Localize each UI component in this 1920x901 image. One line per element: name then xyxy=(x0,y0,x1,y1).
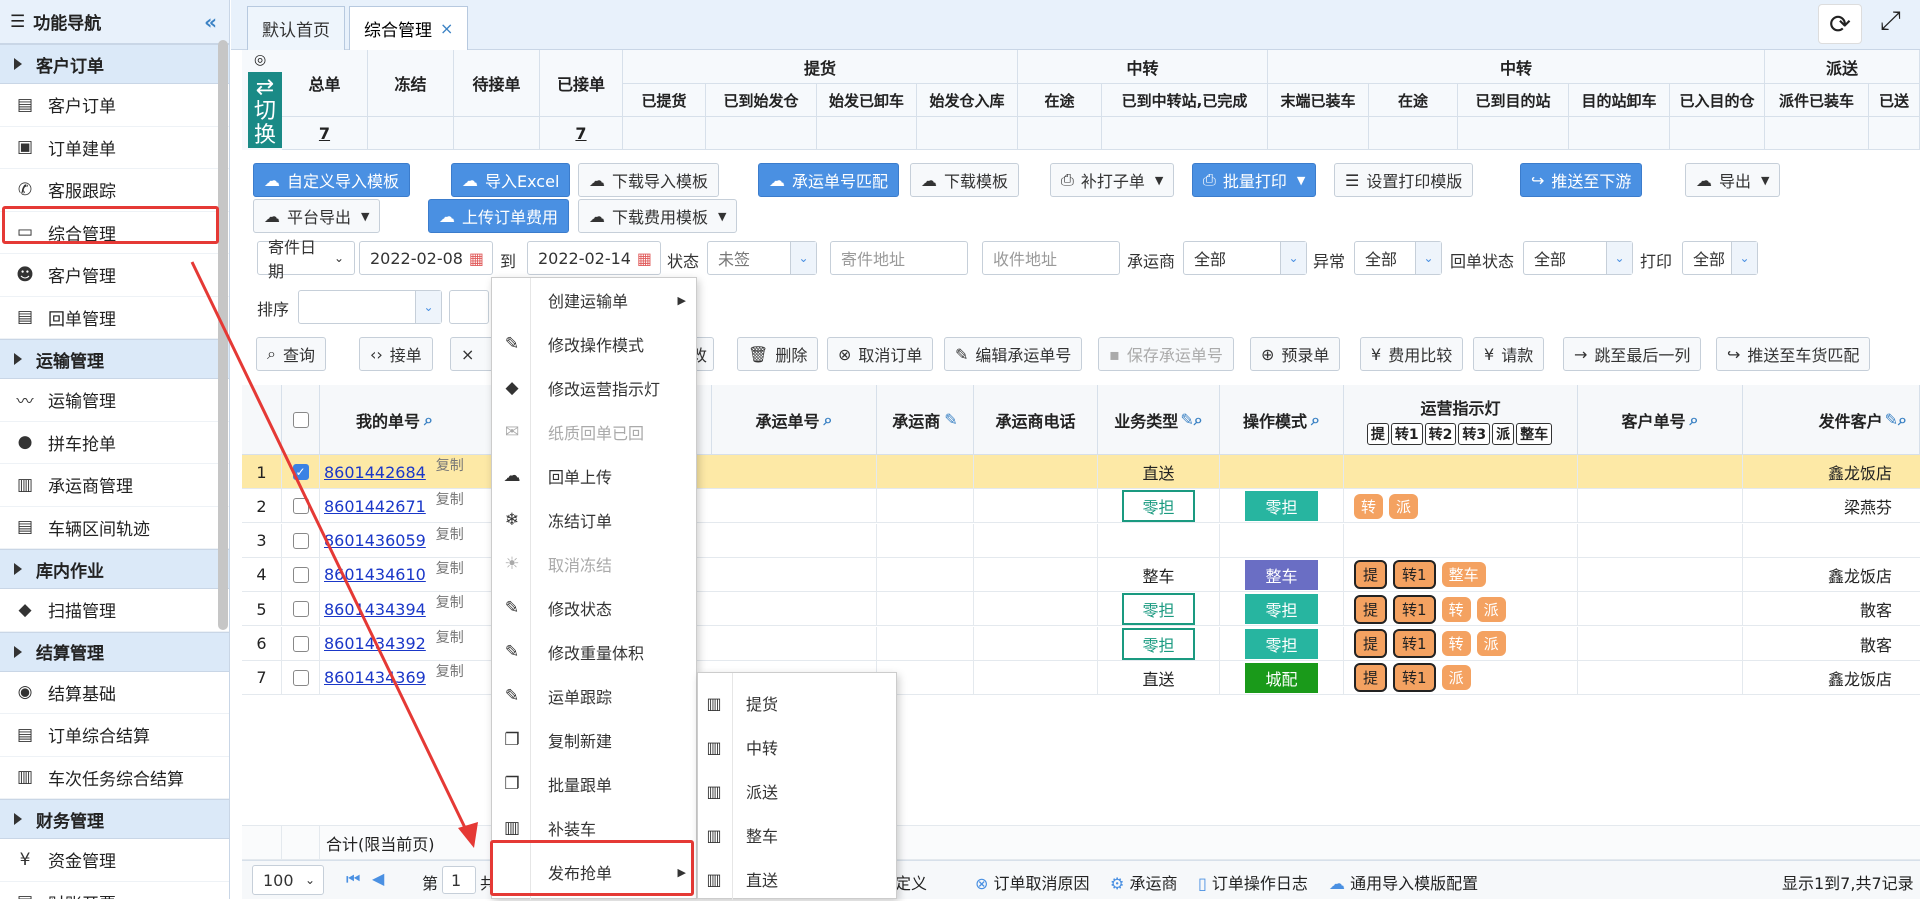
ctx-copy-new[interactable]: ❐ 复制新建 xyxy=(492,718,698,762)
tag-icon: ◆ xyxy=(505,378,519,398)
bus-icon: ▥ xyxy=(706,781,722,801)
submenu-transfer[interactable]: ▥ 中转 xyxy=(698,725,898,769)
bus-icon: ▥ xyxy=(706,737,722,757)
submenu-direct[interactable]: ▥ 直送 xyxy=(698,857,898,901)
snowflake-icon: ❄ xyxy=(504,510,520,530)
ctx-freeze-order[interactable]: ❄ 冻结订单 xyxy=(492,498,698,542)
submenu-pickup[interactable]: ▥ 提货 xyxy=(698,681,898,725)
ctx-receipt-upload[interactable]: ☁ 回单上传 xyxy=(492,454,698,498)
cloud-upload-icon: ☁ xyxy=(503,466,521,486)
copy-icon: ❐ xyxy=(504,730,520,750)
annotation-arrow xyxy=(190,261,478,848)
highlight-box-publish-grab xyxy=(490,840,694,896)
submenu-fulltruck[interactable]: ▥ 整车 xyxy=(698,813,898,857)
mail-icon: ✉ xyxy=(504,422,520,442)
bus-icon: ▥ xyxy=(706,869,722,889)
ctx-create-transport[interactable]: 创建运输单 ▶ xyxy=(492,278,698,322)
ctx-modify-op-mode[interactable]: ✎ 修改操作模式 xyxy=(492,322,698,366)
ctx-unfreeze[interactable]: ☀ 取消冻结 xyxy=(492,542,698,586)
bus-icon: ▥ xyxy=(706,693,722,713)
publish-grab-submenu: ▥ 提货 ▥ 中转 ▥ 派送 ▥ 整车 ▥ 直送 xyxy=(697,672,898,901)
edit-icon: ✎ xyxy=(504,598,520,618)
ctx-waybill-track[interactable]: ✎ 运单跟踪 xyxy=(492,674,698,718)
submenu-arrow-icon: ▶ xyxy=(677,293,686,307)
edit-icon: ✎ xyxy=(504,686,520,706)
bus-icon: ▥ xyxy=(503,818,521,838)
sun-icon: ☀ xyxy=(504,554,520,574)
ctx-modify-lamp[interactable]: ◆ 修改运营指示灯 xyxy=(492,366,698,410)
copy-icon: ❐ xyxy=(504,774,520,794)
edit-icon: ✎ xyxy=(504,642,520,662)
ctx-modify-status[interactable]: ✎ 修改状态 xyxy=(492,586,698,630)
ctx-batch-follow[interactable]: ❐ 批量跟单 xyxy=(492,762,698,806)
bus-icon: ▥ xyxy=(706,825,722,845)
edit-icon: ✎ xyxy=(504,334,520,354)
ctx-paper-receipt[interactable]: ✉ 纸质回单已回 xyxy=(492,410,698,454)
ctx-modify-weight[interactable]: ✎ 修改重量体积 xyxy=(492,630,698,674)
context-menu: 创建运输单 ▶ ✎ 修改操作模式 ◆ 修改运营指示灯 ✉ 纸质回单已回 ☁ 回单… xyxy=(491,277,698,900)
submenu-delivery[interactable]: ▥ 派送 xyxy=(698,769,898,813)
